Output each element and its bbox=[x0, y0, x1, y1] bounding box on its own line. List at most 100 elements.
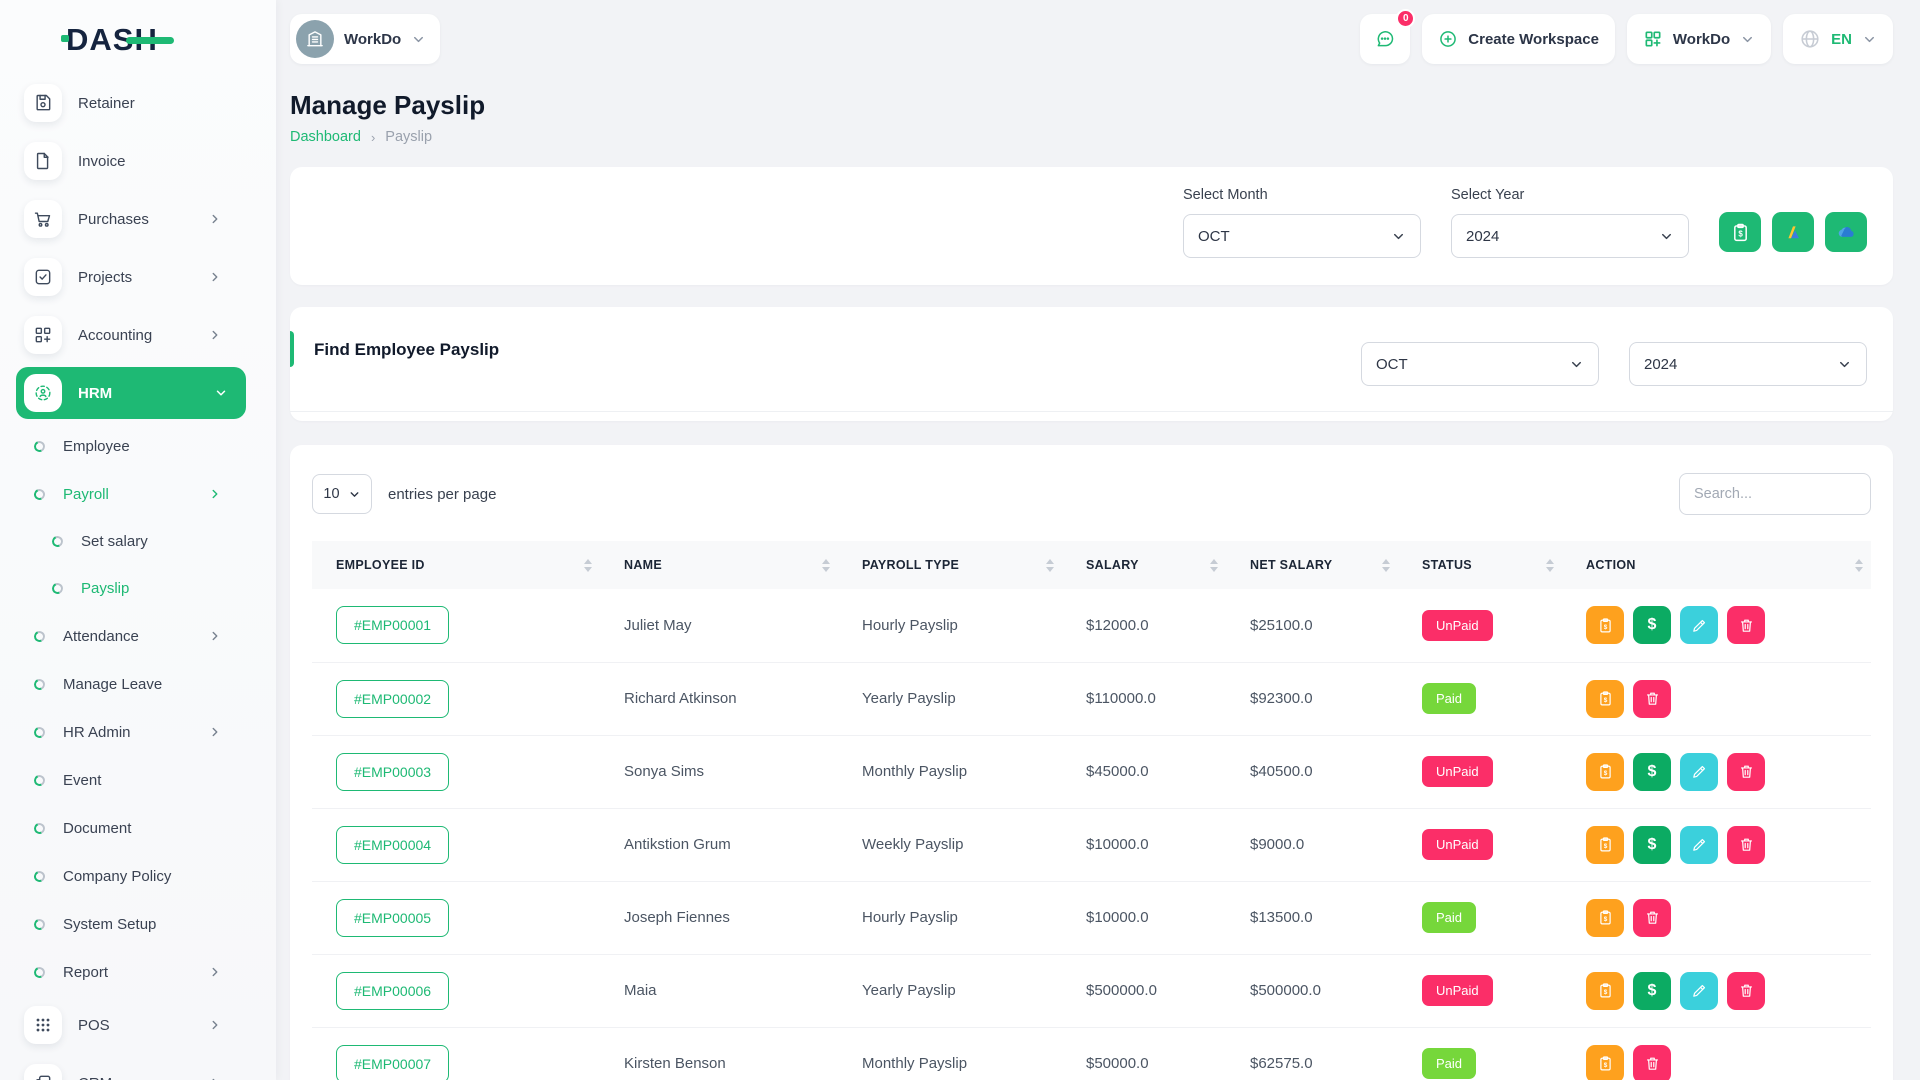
sidebar-item-pos[interactable]: POS bbox=[0, 996, 276, 1054]
pay-button[interactable]: $ bbox=[1633, 606, 1671, 644]
workdo-menu-button[interactable]: WorkDo bbox=[1627, 14, 1771, 64]
google-drive-export-button[interactable] bbox=[1772, 212, 1814, 252]
edit-button[interactable] bbox=[1680, 826, 1718, 864]
sidebar-item-company-policy[interactable]: Company Policy bbox=[0, 852, 276, 900]
crm-icon bbox=[24, 1064, 62, 1080]
search-input[interactable] bbox=[1679, 473, 1871, 515]
sidebar-item-purchases[interactable]: Purchases bbox=[0, 190, 276, 248]
sidebar-item-label: HR Admin bbox=[63, 724, 131, 741]
globe-icon bbox=[1799, 28, 1821, 50]
sidebar-item-retainer[interactable]: Retainer bbox=[0, 74, 276, 132]
column-header-payroll-type[interactable]: PAYROLL TYPE bbox=[838, 541, 1062, 589]
clipboard-dollar-icon: $ bbox=[1597, 982, 1614, 999]
column-header-net-salary[interactable]: NET SALARY bbox=[1226, 541, 1398, 589]
table-header-row: EMPLOYEE IDNAMEPAYROLL TYPESALARYNET SAL… bbox=[312, 541, 1871, 589]
edit-button[interactable] bbox=[1680, 972, 1718, 1010]
trash-icon bbox=[1738, 763, 1755, 780]
trash-icon bbox=[1644, 909, 1661, 926]
payslip-button[interactable]: $ bbox=[1586, 680, 1624, 718]
edit-button[interactable] bbox=[1680, 606, 1718, 644]
payslip-button[interactable]: $ bbox=[1586, 1045, 1624, 1080]
employee-id-badge[interactable]: #EMP00002 bbox=[336, 680, 449, 718]
pay-button[interactable]: $ bbox=[1633, 826, 1671, 864]
sort-icon bbox=[584, 559, 592, 572]
payroll-type: Monthly Payslip bbox=[838, 1027, 1062, 1080]
row-actions: $ bbox=[1586, 680, 1863, 718]
delete-button[interactable] bbox=[1633, 1045, 1671, 1080]
entries-per-page-select[interactable]: 10 bbox=[312, 474, 372, 514]
find-year-select[interactable]: 2024 bbox=[1629, 342, 1867, 386]
sidebar-item-hr-admin[interactable]: HR Admin bbox=[0, 708, 276, 756]
sidebar-item-report[interactable]: Report bbox=[0, 948, 276, 996]
sidebar-item-label: Event bbox=[63, 772, 101, 789]
delete-button[interactable] bbox=[1727, 972, 1765, 1010]
payslip-button[interactable]: $ bbox=[1586, 606, 1624, 644]
workspace-switcher[interactable]: WorkDo bbox=[290, 14, 440, 64]
dollar-icon: $ bbox=[1648, 616, 1657, 634]
net-salary: $9000.0 bbox=[1226, 808, 1398, 881]
employee-id-badge[interactable]: #EMP00005 bbox=[336, 899, 449, 937]
payslip-button[interactable]: $ bbox=[1586, 753, 1624, 791]
year-select[interactable]: 2024 bbox=[1451, 214, 1689, 258]
table-row: #EMP00007Kirsten BensonMonthly Payslip$5… bbox=[312, 1027, 1871, 1080]
month-select[interactable]: OCT bbox=[1183, 214, 1421, 258]
edit-button[interactable] bbox=[1680, 753, 1718, 791]
svg-text:$: $ bbox=[1603, 770, 1607, 777]
employee-id-badge[interactable]: #EMP00006 bbox=[336, 972, 449, 1010]
employee-id-badge[interactable]: #EMP00004 bbox=[336, 826, 449, 864]
messages-button[interactable]: 0 bbox=[1360, 14, 1410, 64]
breadcrumb-separator-icon: › bbox=[371, 130, 375, 145]
pencil-icon bbox=[1691, 836, 1708, 853]
bulk-payment-button[interactable]: $ bbox=[1719, 212, 1761, 252]
sidebar-item-document[interactable]: Document bbox=[0, 804, 276, 852]
sidebar-item-payroll[interactable]: Payroll bbox=[0, 470, 276, 518]
sidebar-item-payslip[interactable]: Payslip bbox=[0, 565, 276, 612]
employee-id-badge[interactable]: #EMP00003 bbox=[336, 753, 449, 791]
find-selects: OCT 2024 bbox=[1361, 342, 1893, 386]
pay-button[interactable]: $ bbox=[1633, 753, 1671, 791]
sidebar-item-crm[interactable]: CRM bbox=[0, 1054, 276, 1080]
column-header-action[interactable]: ACTION bbox=[1562, 541, 1871, 589]
column-header-name[interactable]: NAME bbox=[600, 541, 838, 589]
language-selector[interactable]: EN bbox=[1783, 14, 1893, 64]
clipboard-dollar-icon: $ bbox=[1597, 763, 1614, 780]
delete-button[interactable] bbox=[1727, 753, 1765, 791]
sidebar-item-employee[interactable]: Employee bbox=[0, 422, 276, 470]
sidebar-item-invoice[interactable]: Invoice bbox=[0, 132, 276, 190]
row-actions: $$ bbox=[1586, 972, 1863, 1010]
svg-text:$: $ bbox=[1603, 916, 1607, 923]
delete-button[interactable] bbox=[1633, 899, 1671, 937]
column-header-salary[interactable]: SALARY bbox=[1062, 541, 1226, 589]
payroll-type: Hourly Payslip bbox=[838, 589, 1062, 662]
sidebar-item-system-setup[interactable]: System Setup bbox=[0, 900, 276, 948]
sidebar-item-attendance[interactable]: Attendance bbox=[0, 612, 276, 660]
breadcrumb-dashboard-link[interactable]: Dashboard bbox=[290, 129, 361, 145]
delete-button[interactable] bbox=[1727, 606, 1765, 644]
find-month-select[interactable]: OCT bbox=[1361, 342, 1599, 386]
create-workspace-button[interactable]: Create Workspace bbox=[1422, 14, 1615, 64]
employee-id-badge[interactable]: #EMP00001 bbox=[336, 606, 449, 644]
sidebar-item-projects[interactable]: Projects bbox=[0, 248, 276, 306]
sidebar-item-manage-leave[interactable]: Manage Leave bbox=[0, 660, 276, 708]
payslip-button[interactable]: $ bbox=[1586, 972, 1624, 1010]
column-header-status[interactable]: STATUS bbox=[1398, 541, 1562, 589]
chevron-right-icon bbox=[208, 212, 222, 226]
delete-button[interactable] bbox=[1727, 826, 1765, 864]
onedrive-export-button[interactable] bbox=[1825, 212, 1867, 252]
sidebar-item-accounting[interactable]: Accounting bbox=[0, 306, 276, 364]
column-header-employee-id[interactable]: EMPLOYEE ID bbox=[312, 541, 600, 589]
app-logo[interactable]: DASH bbox=[0, 0, 276, 66]
sort-icon bbox=[822, 559, 830, 572]
employee-id-badge[interactable]: #EMP00007 bbox=[336, 1045, 449, 1080]
payslip-button[interactable]: $ bbox=[1586, 826, 1624, 864]
payslip-button[interactable]: $ bbox=[1586, 899, 1624, 937]
sidebar-item-set-salary[interactable]: Set salary bbox=[0, 518, 276, 565]
plus-circle-icon bbox=[1438, 29, 1458, 49]
sidebar-item-label: Document bbox=[63, 820, 131, 837]
pay-button[interactable]: $ bbox=[1633, 972, 1671, 1010]
sidebar-item-event[interactable]: Event bbox=[0, 756, 276, 804]
bullet-icon bbox=[32, 487, 46, 501]
sidebar-item-hrm[interactable]: HRM bbox=[16, 367, 246, 419]
chevron-right-icon bbox=[208, 965, 222, 979]
delete-button[interactable] bbox=[1633, 680, 1671, 718]
